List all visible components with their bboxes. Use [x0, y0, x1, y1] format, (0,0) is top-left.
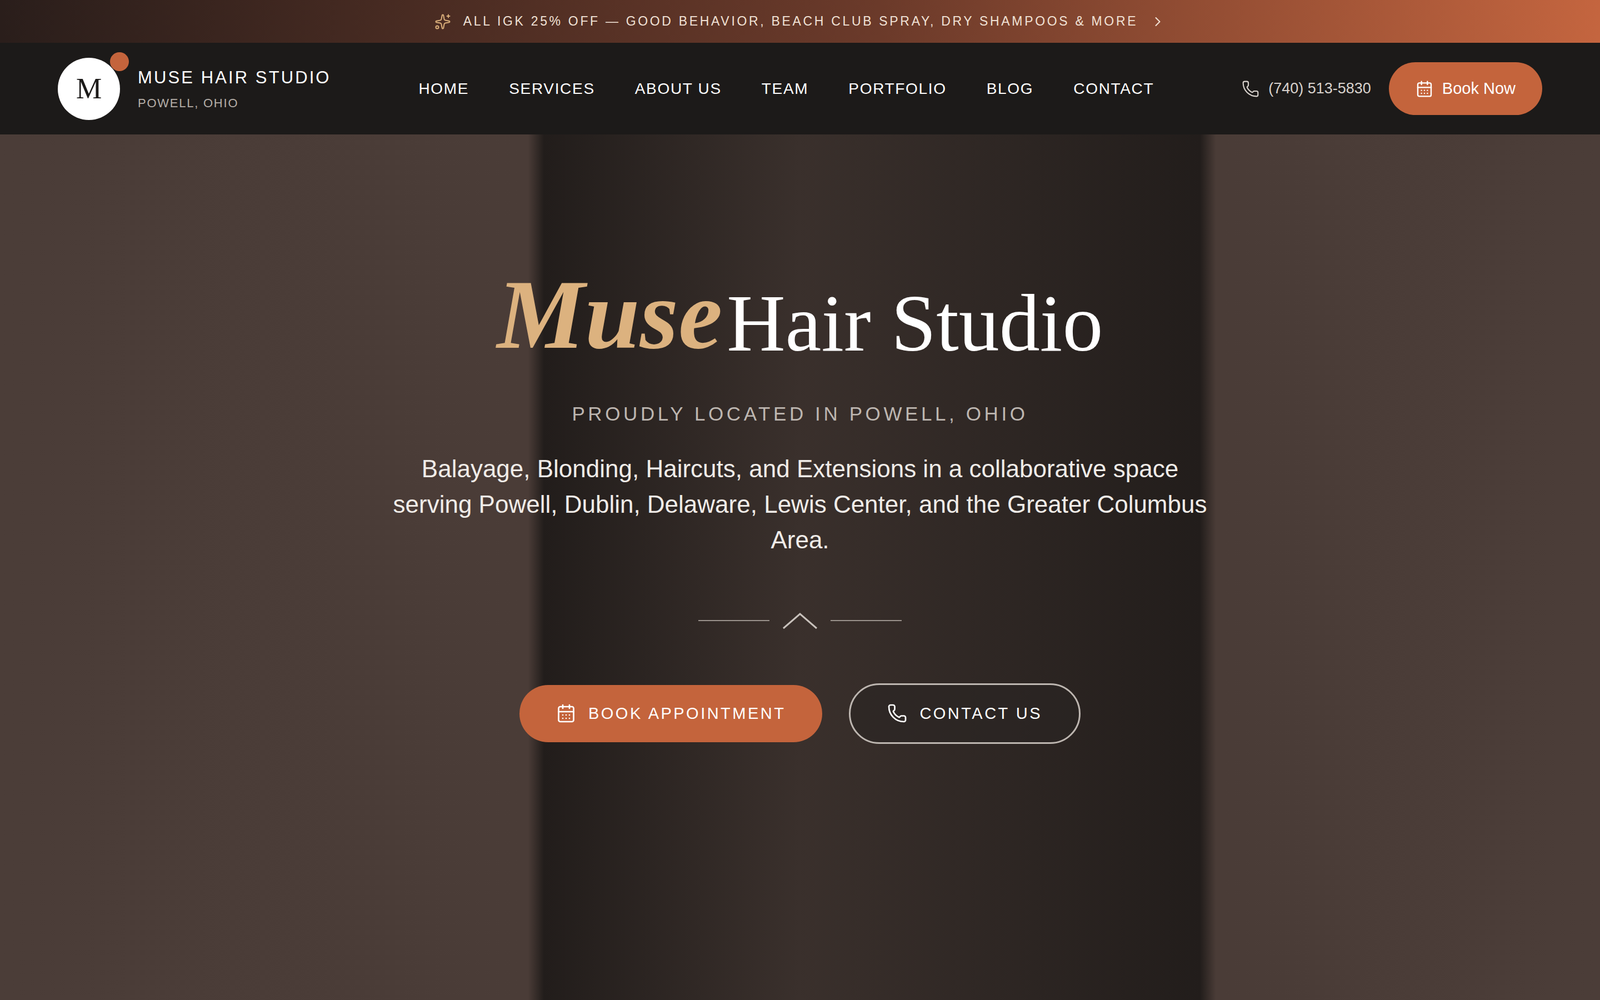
- brand[interactable]: M MUSE HAIR STUDIOPOWELL, OHIO: [57, 57, 332, 120]
- main-nav: HOME SERVICES ABOUT US TEAM PORTFOLIO BLOG CON…: [418, 77, 1154, 101]
- hero-photo: [0, 134, 1600, 1000]
- navbar: M MUSE HAIR STUDIOPOWELL, OHIO HOME SERVICE…: [0, 42, 1600, 135]
- hero-title: MuseHair Studio: [497, 265, 1104, 364]
- hero-subtitle: PROUDLY LOCATED IN POWELL, OHIO: [571, 399, 1028, 429]
- nav-link[interactable]: BLOG: [986, 77, 1034, 101]
- announcement-text: ALL IGK 25% OFF — GOOD BEHAVIOR, BEACH C…: [463, 11, 1138, 32]
- sparkle-icon: [434, 13, 452, 30]
- logo-dot: [110, 52, 129, 72]
- phone-icon: [1241, 80, 1260, 98]
- nav-link[interactable]: HOME: [418, 77, 469, 101]
- divider: [698, 611, 902, 630]
- logo-monogram: M: [76, 67, 102, 111]
- chevron-up-icon: [781, 611, 819, 630]
- nav-link[interactable]: PORTFOLIO: [848, 77, 947, 101]
- brand-location: POWELL, OHIO: [137, 93, 332, 113]
- hero: MuseHair Studio PROUDLY LOCATED IN POWELL…: [0, 134, 1600, 1000]
- phone-link[interactable]: (740) 513-5830: [1241, 77, 1372, 100]
- phone-icon: [887, 703, 908, 724]
- calendar-icon: [556, 703, 577, 724]
- book-now-button[interactable]: Book Now: [1388, 62, 1543, 116]
- nav-link[interactable]: CONTACT: [1073, 77, 1154, 101]
- button-label: CONTACT US: [919, 701, 1043, 727]
- nav-link[interactable]: ABOUT US: [635, 77, 722, 101]
- hero-actions: BOOK APPOINTMENT CONTACT US: [519, 683, 1081, 745]
- button-label: BOOK APPOINTMENT: [588, 701, 786, 727]
- calendar-icon: [1415, 80, 1434, 98]
- brand-name: MUSE HAIR STUDIO: [137, 65, 332, 92]
- book-appointment-button[interactable]: BOOK APPOINTMENT: [519, 685, 823, 743]
- nav-link[interactable]: TEAM: [761, 77, 809, 101]
- page: ALL IGK 25% OFF — GOOD BEHAVIOR, BEACH C…: [0, 0, 1600, 1000]
- hero-heading: Hair Studio: [726, 282, 1103, 364]
- chevron-right-icon: [1150, 13, 1166, 30]
- announcement-bar[interactable]: ALL IGK 25% OFF — GOOD BEHAVIOR, BEACH C…: [0, 0, 1600, 43]
- hero-description: Balayage, Blonding, Haircuts, and Extens…: [388, 451, 1212, 558]
- contact-us-button[interactable]: CONTACT US: [848, 683, 1081, 745]
- hero-script: Muse: [497, 265, 723, 364]
- nav-link[interactable]: SERVICES: [508, 77, 595, 101]
- logo: M: [57, 57, 120, 120]
